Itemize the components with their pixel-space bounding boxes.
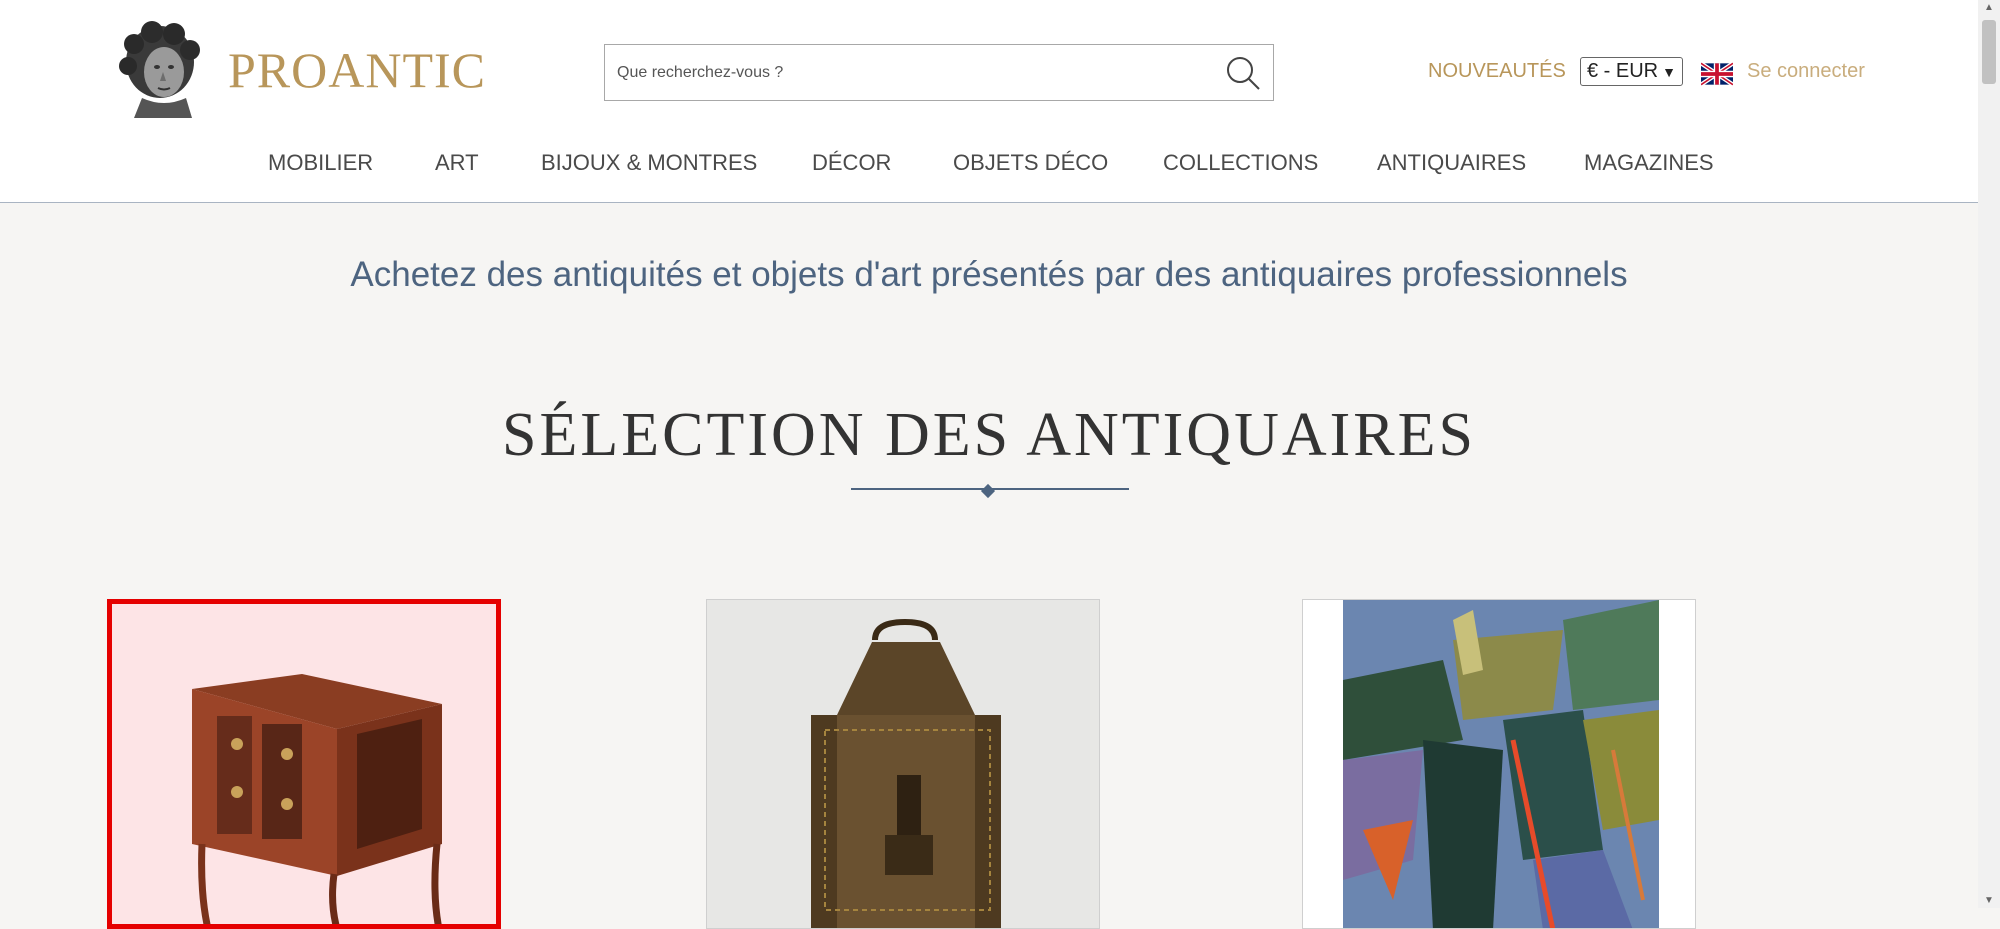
news-link[interactable]: NOUVEAUTÉS [1428,60,1566,83]
product-card-painting[interactable] [1302,599,1696,929]
site-header: PROANTIC NOUVEAUTÉS € - EUR ▼ Se connect… [0,0,1978,203]
scroll-thumb[interactable] [1982,20,1996,84]
scroll-up-icon[interactable]: ▲ [1984,2,1994,13]
search-bar [604,44,1274,101]
nav-item-objets-deco[interactable]: OBJETS DÉCO [953,150,1108,176]
uk-flag-icon[interactable] [1701,62,1733,86]
product-card-box[interactable] [706,599,1100,929]
section-title: SÉLECTION DES ANTIQUAIRES [502,401,1476,469]
search-input[interactable] [605,45,1229,100]
antique-box-image [811,618,1001,928]
page-scrollbar[interactable]: ▲ ▼ [1978,0,2000,908]
bust-logo-icon [119,21,200,118]
nav-item-antiquaires[interactable]: ANTIQUAIRES [1377,150,1526,176]
nav-item-art[interactable]: ART [435,150,479,176]
chevron-down-icon: ▼ [1662,63,1676,80]
page-tagline: Achetez des antiquités et objets d'art p… [350,255,1628,294]
search-button[interactable] [1223,53,1263,93]
nav-item-bijoux-montres[interactable]: BIJOUX & MONTRES [541,150,757,176]
currency-value: € - EUR [1587,60,1659,82]
abstract-painting-image [1343,600,1659,928]
main-nav: MOBILIER ART BIJOUX & MONTRES DÉCOR OBJE… [0,150,1978,180]
commode-image [192,674,442,924]
product-card-commode[interactable] [107,599,501,929]
scroll-down-icon[interactable]: ▼ [1984,895,1994,906]
logo-text: PROANTIC [228,42,487,98]
currency-select[interactable]: € - EUR ▼ [1580,57,1683,86]
search-icon [1227,57,1260,90]
site-logo[interactable]: PROANTIC [112,20,486,120]
nav-item-collections[interactable]: COLLECTIONS [1163,150,1318,176]
nav-item-decor[interactable]: DÉCOR [812,150,891,176]
diamond-ornament-icon [980,483,996,499]
nav-item-mobilier[interactable]: MOBILIER [268,150,373,176]
nav-item-magazines[interactable]: MAGAZINES [1584,150,1714,176]
login-link[interactable]: Se connecter [1747,60,1865,83]
